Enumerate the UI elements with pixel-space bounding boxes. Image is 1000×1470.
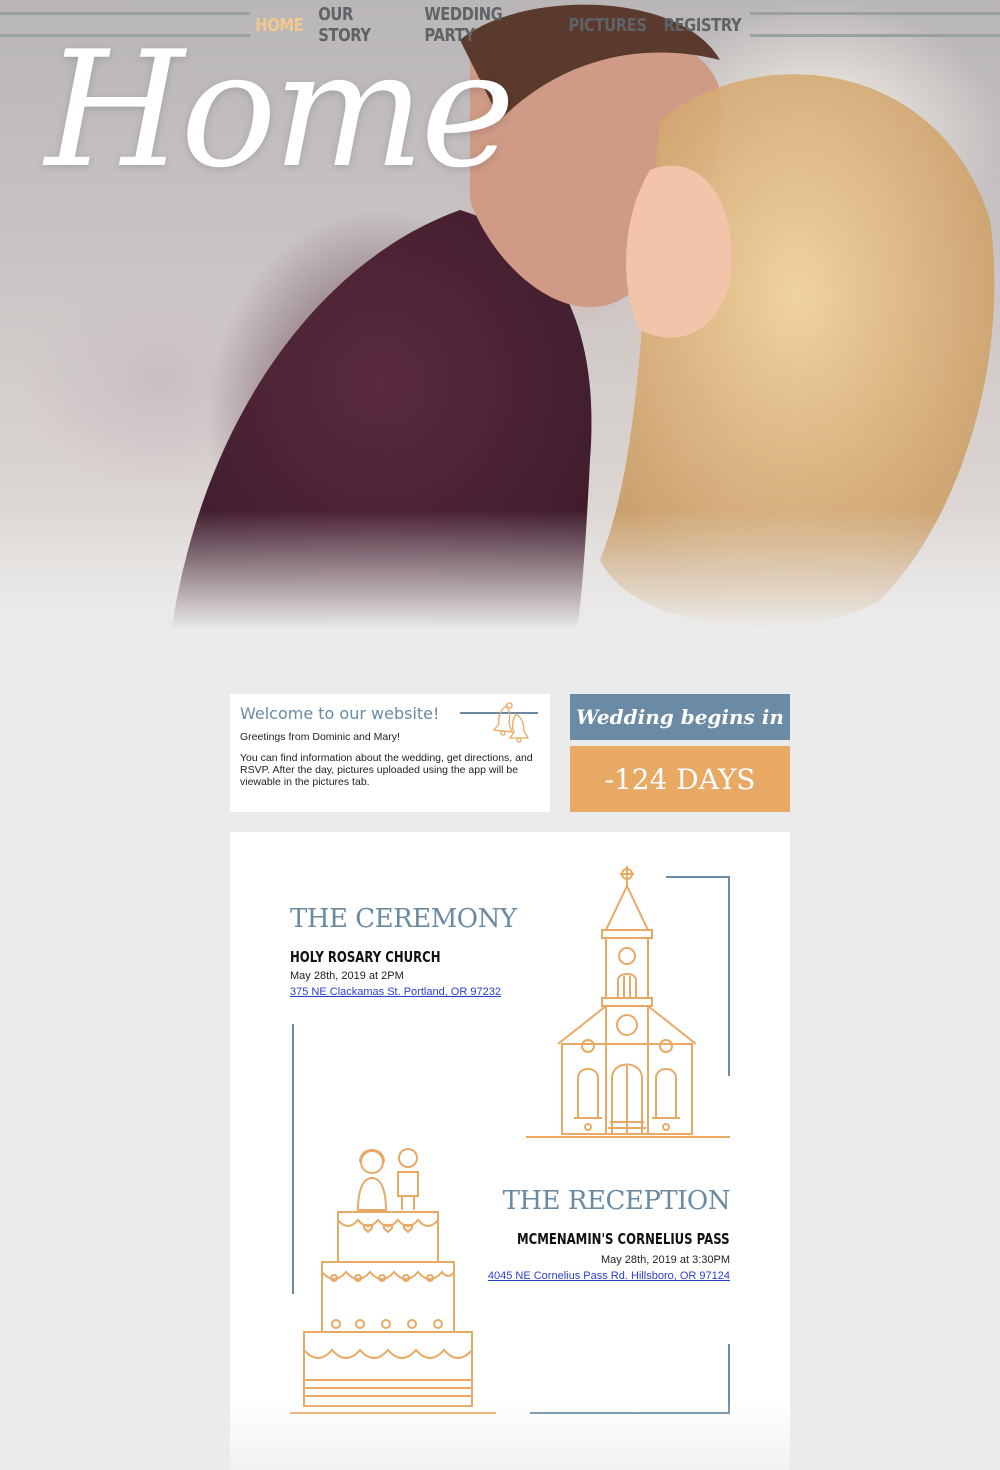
nav-item-home[interactable]: Home <box>255 15 303 36</box>
frame-left-line <box>292 1024 294 1294</box>
reception-venue: MCMENAMIN'S CORNELIUS PASS <box>517 1230 730 1248</box>
countdown-label: Wedding begins in <box>570 694 790 740</box>
church-icon <box>540 862 720 1140</box>
welcome-body: You can find information about the weddi… <box>240 752 533 788</box>
main-nav: Home Our Story Wedding Party Pictures Re… <box>250 4 750 46</box>
page-title: Home <box>45 16 515 203</box>
welcome-card: Welcome to our website! Greetings from D… <box>230 694 550 812</box>
nav-decoration-right <box>750 12 1000 38</box>
reception-title: THE RECEPTION <box>502 1186 731 1216</box>
hero-fade <box>0 510 1000 640</box>
nav-item-our-story[interactable]: Our Story <box>318 4 402 46</box>
countdown-value: -124 DAYS <box>570 746 790 812</box>
ceremony-venue: HOLY ROSARY CHURCH <box>290 948 441 966</box>
ceremony-datetime: May 28th, 2019 at 2PM <box>290 970 404 982</box>
ceremony-frame-right <box>728 876 730 1076</box>
hero-banner: Home <box>0 0 1000 640</box>
reception-datetime: May 28th, 2019 at 3:30PM <box>600 1254 730 1266</box>
events-card: THE CEREMONY HOLY ROSARY CHURCH May 28th… <box>230 832 790 1470</box>
nav-item-wedding-party[interactable]: Wedding Party <box>425 4 547 46</box>
ceremony-address-link[interactable]: 375 NE Clackamas St. Portland, OR 97232 <box>290 986 501 998</box>
wedding-bells-icon <box>490 700 534 746</box>
nav-item-registry[interactable]: Registry <box>664 15 742 36</box>
events-card-fade <box>230 1400 790 1470</box>
nav-decoration-left <box>0 12 250 38</box>
nav-item-pictures[interactable]: Pictures <box>569 15 647 36</box>
wedding-cake-icon <box>300 1144 476 1414</box>
reception-address-link[interactable]: 4045 NE Cornelius Pass Rd. Hillsboro, OR… <box>488 1270 730 1282</box>
ceremony-title: THE CEREMONY <box>290 904 517 934</box>
